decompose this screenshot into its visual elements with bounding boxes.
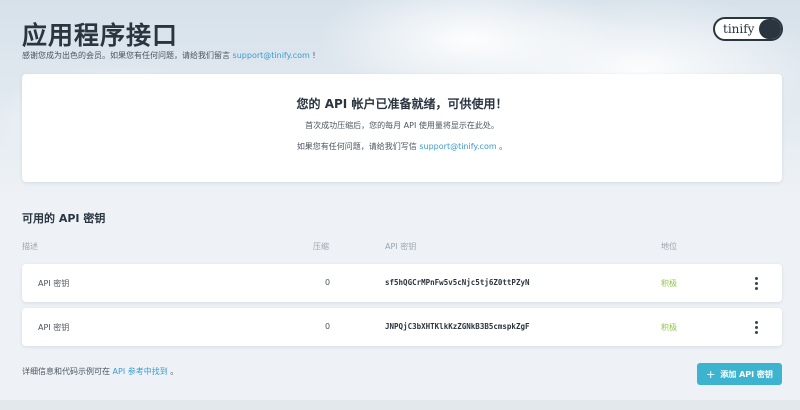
support-email-link[interactable]: support@tinify.com — [233, 51, 310, 60]
key-compressions: 0 — [325, 322, 331, 331]
account-ready-card: 您的 API 帐户已准备就绪，可供使用！ 首次成功压缩后，您的每月 API 使用… — [22, 74, 782, 182]
usage-info-text: 首次成功压缩后，您的每月 API 使用量将显示在此处。 — [305, 121, 499, 130]
key-status: 积极 — [661, 279, 677, 288]
column-header-status: 地位 — [661, 242, 677, 251]
subtitle-text: 感谢您成为出色的会员。如果您有任何问题，请给我们留言 — [22, 51, 230, 60]
key-description: API 密钥 — [38, 323, 70, 332]
contact-info-prefix: 如果您有任何问题，请给我们写信 — [296, 142, 417, 151]
key-status: 积极 — [661, 323, 677, 332]
api-page: 应用程序接口 感谢您成为出色的会员。如果您有任何问题，请给我们留言 suppor… — [0, 0, 800, 410]
api-reference-note: 详细信息和代码示例可在 API 参考中找到 。 — [22, 366, 178, 377]
kebab-menu-icon[interactable] — [750, 318, 762, 336]
api-key-row: API 密钥 0 sf5hQGCrMPnFw5v5cNjc5tj6Z0ttPZy… — [22, 264, 782, 302]
page-bottom-strip — [0, 400, 800, 410]
api-key-value[interactable]: sf5hQGCrMPnFw5v5cNjc5tj6Z0ttPZyN — [385, 278, 530, 287]
add-api-key-label: 添加 API 密钥 — [720, 369, 773, 379]
logo-text: tinify — [723, 22, 755, 36]
account-ready-title: 您的 API 帐户已准备就绪，可供使用！ — [296, 97, 508, 111]
reference-note-prefix: 详细信息和代码示例可在 — [22, 367, 110, 376]
kebab-menu-icon[interactable] — [750, 274, 762, 292]
contact-info-text: 如果您有任何问题，请给我们写信 support@tinify.com 。 — [22, 141, 782, 152]
tinify-logo[interactable]: tinify — [713, 17, 783, 41]
column-header-compressions: 压缩 — [313, 242, 329, 251]
api-reference-link[interactable]: API 参考中找到 — [113, 367, 168, 376]
api-key-value[interactable]: JNPQjC3bXHTKlkKzZGNkB3B5cmspkZgF — [385, 322, 530, 331]
add-api-key-button[interactable]: + 添加 API 密钥 — [697, 363, 782, 385]
key-description: API 密钥 — [38, 279, 70, 288]
page-title: 应用程序接口 — [22, 21, 179, 50]
column-header-api-key: API 密钥 — [385, 242, 417, 251]
api-key-row: API 密钥 0 JNPQjC3bXHTKlkKzZGNkB3B5cmspkZg… — [22, 308, 782, 346]
logo-toggle-knob — [759, 19, 781, 39]
card-support-email-link[interactable]: support@tinify.com — [419, 142, 496, 151]
page-subtitle: 感谢您成为出色的会员。如果您有任何问题，请给我们留言 support@tinif… — [22, 50, 316, 61]
column-header-description: 描述 — [22, 242, 38, 251]
subtitle-suffix: ! — [312, 51, 316, 60]
contact-info-suffix: 。 — [499, 142, 508, 151]
key-compressions: 0 — [325, 278, 331, 287]
api-keys-section-title: 可用的 API 密钥 — [22, 212, 106, 225]
plus-icon: + — [706, 367, 716, 381]
reference-note-suffix: 。 — [170, 367, 179, 376]
